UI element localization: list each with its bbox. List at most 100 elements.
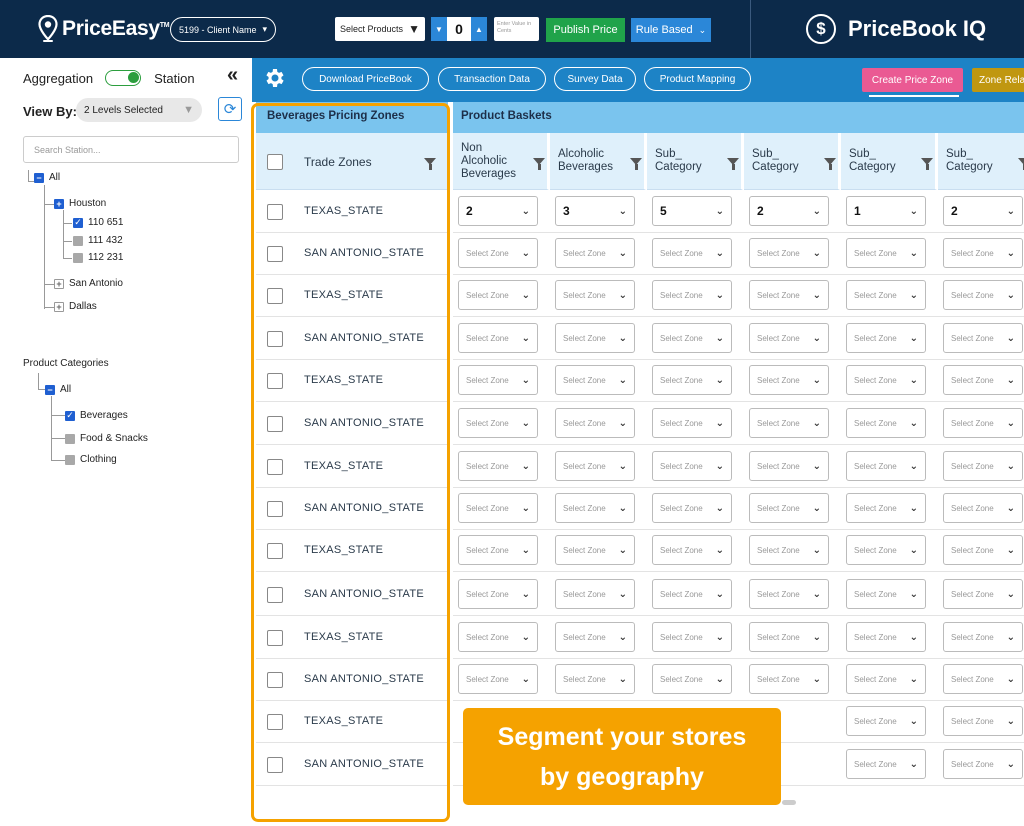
zone-relation-button[interactable]: Zone Relation: [972, 68, 1024, 92]
zone-select[interactable]: Select Zone ⌄: [749, 535, 829, 565]
zone-select[interactable]: Select Zone ⌄: [555, 451, 635, 481]
zone-select[interactable]: Select Zone ⌄: [846, 579, 926, 609]
zone-select[interactable]: Select Zone ⌄: [652, 408, 732, 438]
filter-icon[interactable]: [533, 158, 545, 170]
zone-select[interactable]: Select Zone ⌄: [458, 451, 538, 481]
zone-select[interactable]: Select Zone ⌄: [846, 706, 926, 736]
zone-select[interactable]: Select Zone ⌄: [458, 535, 538, 565]
publish-price-button[interactable]: Publish Price: [546, 18, 625, 42]
tree-item-dallas[interactable]: + Dallas: [54, 301, 97, 312]
zone-select[interactable]: 1 ⌄: [846, 196, 926, 226]
category-item-all[interactable]: − All: [45, 384, 71, 395]
zone-select[interactable]: Select Zone ⌄: [846, 238, 926, 268]
zone-select[interactable]: 2 ⌄: [458, 196, 538, 226]
zone-select[interactable]: Select Zone ⌄: [749, 238, 829, 268]
zone-select[interactable]: 3 ⌄: [555, 196, 635, 226]
tree-item-station[interactable]: ✓ 110 651: [73, 217, 123, 228]
zone-select[interactable]: Select Zone ⌄: [458, 664, 538, 694]
zone-select[interactable]: Select Zone ⌄: [846, 408, 926, 438]
zone-select[interactable]: Select Zone ⌄: [846, 451, 926, 481]
survey-data-button[interactable]: Survey Data: [554, 67, 636, 91]
zone-select[interactable]: Select Zone ⌄: [943, 238, 1023, 268]
zone-select[interactable]: Select Zone ⌄: [943, 749, 1023, 779]
zone-select[interactable]: Select Zone ⌄: [652, 451, 732, 481]
zone-select[interactable]: Select Zone ⌄: [943, 365, 1023, 395]
zone-select[interactable]: Select Zone ⌄: [943, 535, 1023, 565]
zone-select[interactable]: Select Zone ⌄: [846, 280, 926, 310]
category-item-clothing[interactable]: Clothing: [65, 454, 117, 465]
zone-select[interactable]: Select Zone ⌄: [555, 408, 635, 438]
zone-select[interactable]: Select Zone ⌄: [555, 535, 635, 565]
decrement-arrow-icon[interactable]: ▼: [431, 17, 447, 41]
download-pricebook-button[interactable]: Download PriceBook: [302, 67, 429, 91]
zone-select[interactable]: Select Zone ⌄: [652, 280, 732, 310]
zone-select[interactable]: Select Zone ⌄: [458, 280, 538, 310]
zone-select[interactable]: Select Zone ⌄: [652, 664, 732, 694]
zone-select[interactable]: Select Zone ⌄: [458, 622, 538, 652]
select-products-dropdown[interactable]: Select Products ▼: [335, 17, 425, 41]
zone-select[interactable]: Select Zone ⌄: [846, 535, 926, 565]
zone-select[interactable]: Select Zone ⌄: [458, 493, 538, 523]
zone-select[interactable]: Select Zone ⌄: [555, 280, 635, 310]
zone-select[interactable]: 2 ⌄: [943, 196, 1023, 226]
filter-icon[interactable]: [1018, 158, 1024, 170]
filter-icon[interactable]: [921, 158, 933, 170]
zone-select[interactable]: Select Zone ⌄: [943, 706, 1023, 736]
zone-select[interactable]: Select Zone ⌄: [846, 365, 926, 395]
transaction-data-button[interactable]: Transaction Data: [438, 67, 546, 91]
zone-select[interactable]: Select Zone ⌄: [749, 323, 829, 353]
zone-select[interactable]: Select Zone ⌄: [943, 493, 1023, 523]
zone-select[interactable]: Select Zone ⌄: [846, 493, 926, 523]
tree-item-houston[interactable]: + Houston: [54, 198, 106, 209]
zone-select[interactable]: Select Zone ⌄: [749, 408, 829, 438]
zone-select[interactable]: Select Zone ⌄: [749, 280, 829, 310]
zone-select[interactable]: Select Zone ⌄: [943, 451, 1023, 481]
tree-item-san-antonio[interactable]: + San Antonio: [54, 278, 123, 289]
zone-select[interactable]: Select Zone ⌄: [652, 323, 732, 353]
zone-select[interactable]: Select Zone ⌄: [555, 579, 635, 609]
create-price-zone-button[interactable]: Create Price Zone: [862, 68, 963, 92]
zone-select[interactable]: Select Zone ⌄: [458, 408, 538, 438]
zone-select[interactable]: Select Zone ⌄: [458, 579, 538, 609]
tree-item-station[interactable]: 112 231: [73, 252, 123, 263]
filter-icon[interactable]: [630, 158, 642, 170]
client-dropdown[interactable]: 5199 - Client Name ▾: [170, 17, 276, 42]
zone-select[interactable]: Select Zone ⌄: [555, 664, 635, 694]
stepper-value[interactable]: 0: [447, 17, 471, 41]
zone-select[interactable]: Select Zone ⌄: [458, 365, 538, 395]
filter-icon[interactable]: [727, 158, 739, 170]
zone-select[interactable]: Select Zone ⌄: [749, 493, 829, 523]
zone-select[interactable]: Select Zone ⌄: [846, 664, 926, 694]
zone-select[interactable]: Select Zone ⌄: [943, 579, 1023, 609]
zone-select[interactable]: Select Zone ⌄: [555, 323, 635, 353]
zone-select[interactable]: Select Zone ⌄: [652, 535, 732, 565]
zone-select[interactable]: Select Zone ⌄: [458, 323, 538, 353]
zone-select[interactable]: Select Zone ⌄: [652, 579, 732, 609]
zone-select[interactable]: Select Zone ⌄: [652, 238, 732, 268]
zone-select[interactable]: Select Zone ⌄: [846, 749, 926, 779]
zone-select[interactable]: Select Zone ⌄: [943, 323, 1023, 353]
zone-select[interactable]: Select Zone ⌄: [458, 238, 538, 268]
zone-select[interactable]: Select Zone ⌄: [846, 323, 926, 353]
zone-select[interactable]: Select Zone ⌄: [943, 664, 1023, 694]
zone-select[interactable]: Select Zone ⌄: [749, 365, 829, 395]
filter-icon[interactable]: [824, 158, 836, 170]
product-mapping-button[interactable]: Product Mapping: [644, 67, 751, 91]
levels-dropdown[interactable]: 2 Levels Selected ▼: [76, 98, 202, 122]
zone-select[interactable]: 2 ⌄: [749, 196, 829, 226]
zone-select[interactable]: Select Zone ⌄: [749, 664, 829, 694]
zone-select[interactable]: Select Zone ⌄: [943, 408, 1023, 438]
zone-select[interactable]: Select Zone ⌄: [749, 579, 829, 609]
collapse-sidebar-icon[interactable]: «: [227, 64, 238, 87]
rule-based-dropdown[interactable]: Rule Based ⌄: [631, 18, 711, 42]
search-station-input[interactable]: Search Station...: [23, 136, 239, 163]
zone-select[interactable]: Select Zone ⌄: [555, 238, 635, 268]
refresh-icon[interactable]: ⟳: [218, 97, 242, 121]
cents-input[interactable]: Enter Value in Cents: [494, 17, 539, 41]
aggregation-station-toggle[interactable]: [105, 70, 142, 86]
zone-select[interactable]: Select Zone ⌄: [652, 622, 732, 652]
tree-item-station[interactable]: 111 432: [73, 235, 123, 246]
increment-arrow-icon[interactable]: ▲: [471, 17, 487, 41]
category-item-beverages[interactable]: ✓ Beverages: [65, 410, 128, 421]
zone-select[interactable]: 5 ⌄: [652, 196, 732, 226]
